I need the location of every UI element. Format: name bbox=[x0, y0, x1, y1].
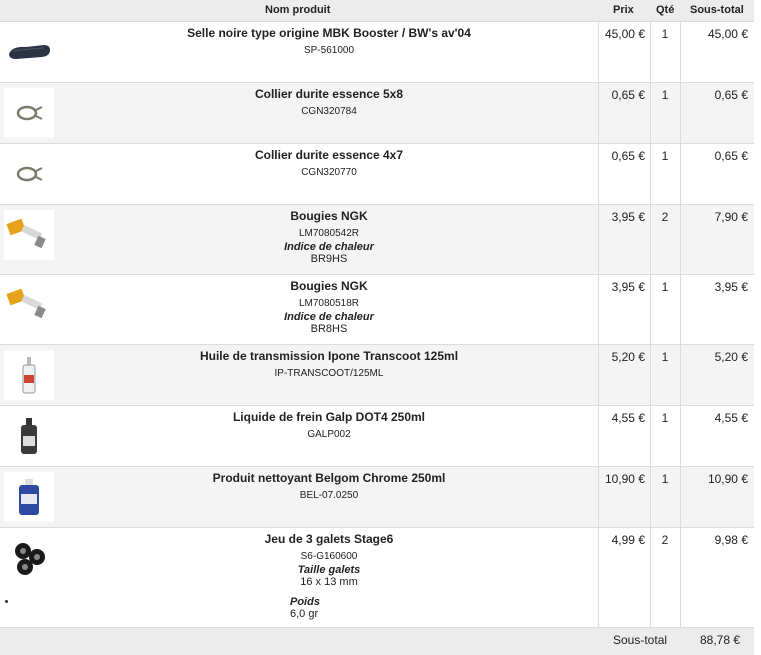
product-name[interactable]: Selle noire type origine MBK Booster / B… bbox=[60, 26, 598, 41]
product-ref: GALP002 bbox=[307, 429, 351, 440]
table-row: Bougies NGK LM7080542R Indice de chaleur… bbox=[0, 205, 754, 275]
line-subtotal: 9,98 € bbox=[714, 533, 748, 547]
unit-price: 3,95 € bbox=[611, 280, 645, 294]
line-subtotal: 0,65 € bbox=[714, 88, 748, 102]
table-row: Produit nettoyant Belgom Chrome 250ml BE… bbox=[0, 467, 754, 528]
product-name[interactable]: Liquide de frein Galp DOT4 250ml bbox=[60, 410, 598, 425]
attribute-label: Poids bbox=[290, 596, 320, 608]
unit-price: 3,95 € bbox=[611, 210, 645, 224]
quantity: 2 bbox=[661, 210, 669, 224]
bullet-dot bbox=[5, 600, 8, 603]
subtotal-total: 88,78 € bbox=[700, 633, 741, 647]
col-subtotal-header: Sous-total bbox=[690, 4, 744, 16]
unit-price: 0,65 € bbox=[611, 149, 645, 163]
attribute-value: BR9HS bbox=[310, 253, 348, 265]
table-row: Huile de transmission Ipone Transcoot 12… bbox=[0, 345, 754, 406]
unit-price: 4,55 € bbox=[611, 411, 645, 425]
spark-plug-icon[interactable] bbox=[4, 210, 54, 260]
product-name[interactable]: Jeu de 3 galets Stage6 bbox=[60, 532, 598, 547]
product-name[interactable]: Produit nettoyant Belgom Chrome 250ml bbox=[60, 471, 598, 486]
hose-clamp-icon[interactable] bbox=[4, 149, 54, 199]
product-ref: CGN320770 bbox=[301, 167, 357, 178]
quantity: 1 bbox=[661, 88, 669, 102]
table-row: Liquide de frein Galp DOT4 250ml GALP002… bbox=[0, 406, 754, 467]
table-footer: Sous-total 88,78 € bbox=[0, 628, 754, 655]
col-product-header: Nom produit bbox=[265, 4, 331, 16]
quantity: 1 bbox=[661, 411, 669, 425]
product-ref: SP-561000 bbox=[303, 45, 355, 56]
unit-price: 4,99 € bbox=[611, 533, 645, 547]
product-ref: IP-TRANSCOOT/125ML bbox=[274, 368, 384, 379]
quantity: 1 bbox=[661, 280, 669, 294]
cleaner-bottle-icon[interactable] bbox=[4, 472, 54, 522]
quantity: 1 bbox=[661, 350, 669, 364]
unit-price: 10,90 € bbox=[604, 472, 645, 486]
attribute-label: Indice de chaleur bbox=[284, 241, 374, 253]
product-name[interactable]: Bougies NGK bbox=[60, 279, 598, 294]
product-name[interactable]: Collier durite essence 4x7 bbox=[60, 148, 598, 163]
table-header: Nom produit Prix Qté Sous-total bbox=[0, 0, 754, 22]
line-subtotal: 7,90 € bbox=[714, 210, 748, 224]
quantity: 1 bbox=[661, 472, 669, 486]
unit-price: 0,65 € bbox=[611, 88, 645, 102]
product-name[interactable]: Bougies NGK bbox=[60, 209, 598, 224]
oil-bottle-icon[interactable] bbox=[4, 350, 54, 400]
product-ref: LM7080518R bbox=[298, 298, 360, 309]
subtotal-label: Sous-total bbox=[613, 633, 668, 647]
quantity: 1 bbox=[661, 27, 669, 41]
line-subtotal: 3,95 € bbox=[714, 280, 748, 294]
product-ref: CGN320784 bbox=[301, 106, 357, 117]
line-subtotal: 10,90 € bbox=[707, 472, 748, 486]
line-subtotal: 45,00 € bbox=[707, 27, 748, 41]
product-ref: BEL-07.0250 bbox=[299, 490, 359, 501]
spark-plug-icon[interactable] bbox=[4, 280, 54, 330]
table-row: Bougies NGK LM7080518R Indice de chaleur… bbox=[0, 275, 754, 345]
attribute-value: 6,0 gr bbox=[290, 608, 319, 620]
rollers-icon[interactable] bbox=[4, 534, 54, 584]
unit-price: 45,00 € bbox=[604, 27, 645, 41]
col-qty-header: Qté bbox=[656, 4, 675, 16]
unit-price: 5,20 € bbox=[611, 350, 645, 364]
table-row: Jeu de 3 galets Stage6 S6-G160600 Taille… bbox=[0, 528, 754, 628]
attribute-label: Taille galets bbox=[297, 564, 361, 576]
brake-fluid-bottle-icon[interactable] bbox=[4, 411, 54, 461]
line-subtotal: 0,65 € bbox=[714, 149, 748, 163]
line-subtotal: 5,20 € bbox=[714, 350, 748, 364]
quantity: 1 bbox=[661, 149, 669, 163]
product-ref: LM7080542R bbox=[298, 228, 360, 239]
product-ref: S6-G160600 bbox=[300, 551, 358, 562]
product-name[interactable]: Collier durite essence 5x8 bbox=[60, 87, 598, 102]
seat-icon[interactable] bbox=[4, 27, 54, 77]
table-row: Collier durite essence 4x7 CGN320770 0,6… bbox=[0, 144, 754, 205]
table-row: Selle noire type origine MBK Booster / B… bbox=[0, 22, 754, 83]
col-price-header: Prix bbox=[613, 4, 634, 16]
attribute-value: BR8HS bbox=[310, 323, 348, 335]
quantity: 2 bbox=[661, 533, 669, 547]
product-name[interactable]: Huile de transmission Ipone Transcoot 12… bbox=[60, 349, 598, 364]
attribute-value: 16 x 13 mm bbox=[300, 576, 358, 588]
attribute-label: Indice de chaleur bbox=[284, 311, 374, 323]
hose-clamp-icon[interactable] bbox=[4, 88, 54, 138]
table-row: Collier durite essence 5x8 CGN320784 0,6… bbox=[0, 83, 754, 144]
line-subtotal: 4,55 € bbox=[714, 411, 748, 425]
